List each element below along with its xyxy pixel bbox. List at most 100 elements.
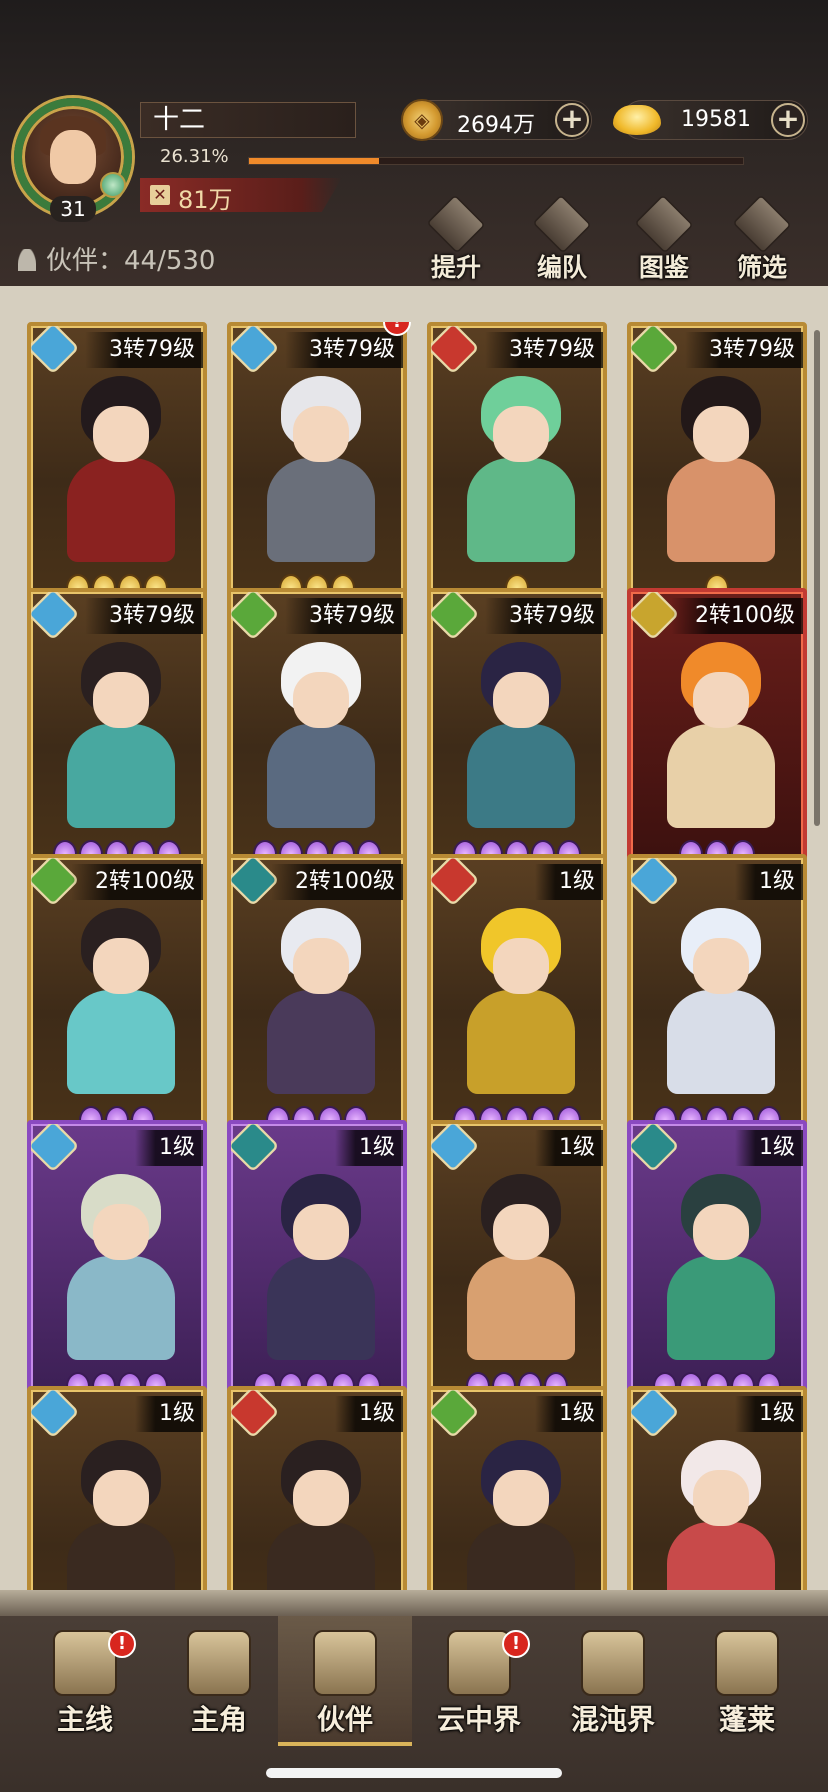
companion-card[interactable]: 1级 [427, 854, 607, 1144]
portrait-body [267, 1522, 375, 1590]
nav-label: 蓬莱 [718, 1703, 775, 1736]
companion-card[interactable]: 1级 [27, 1386, 207, 1590]
filter-icon [732, 194, 792, 254]
sage-icon [715, 1630, 779, 1696]
companion-portrait [461, 642, 581, 828]
portrait-body [467, 1522, 575, 1590]
water-element-icon [431, 1124, 480, 1173]
portrait-face [693, 672, 749, 728]
upgrade-button[interactable]: 提升 [416, 194, 496, 282]
nav-item[interactable]: 伙伴 [278, 1616, 412, 1746]
nav-item[interactable]: 蓬莱 [680, 1616, 814, 1746]
hero-portrait-icon [187, 1630, 251, 1696]
alert-badge-icon: ! [108, 1630, 136, 1658]
companion-card[interactable]: 2转100级 [27, 854, 207, 1144]
companion-level: 1级 [735, 1130, 803, 1166]
player-level: 31 [50, 196, 96, 222]
companion-portrait [61, 908, 181, 1094]
portrait-face [93, 1470, 149, 1526]
filter-label: 筛选 [736, 253, 787, 282]
portrait-body [467, 990, 575, 1094]
companion-card[interactable]: 3转79级 [227, 322, 407, 612]
portrait-face [93, 938, 149, 994]
companion-level: 1级 [735, 1396, 803, 1432]
avatar-face [50, 130, 96, 184]
companion-level: 1级 [535, 864, 603, 900]
formation-flag-icon [532, 194, 592, 254]
portrait-body [667, 1256, 775, 1360]
companion-portrait [661, 376, 781, 562]
fire-element-icon [431, 326, 480, 375]
portrait-face [693, 406, 749, 462]
formation-button[interactable]: 编队 [522, 194, 602, 282]
water-element-icon [631, 1390, 680, 1439]
companion-level: 2转100级 [271, 864, 403, 900]
companion-level: 3转79级 [85, 598, 203, 634]
portrait-face [693, 1470, 749, 1526]
companion-card[interactable]: 2转100级 [227, 854, 407, 1144]
portrait-face [493, 938, 549, 994]
portrait-face [93, 406, 149, 462]
companion-card[interactable]: 1级 [27, 1120, 207, 1410]
portrait-body [467, 458, 575, 562]
companion-card[interactable]: 3转79级 [27, 588, 207, 878]
companion-card[interactable]: 3转79级 [427, 588, 607, 878]
upgrade-label: 提升 [430, 253, 481, 282]
wood-element-icon [631, 326, 680, 375]
filter-button[interactable]: 筛选 [722, 194, 802, 282]
companion-level: 1级 [535, 1396, 603, 1432]
combat-power-icon: ✕ [150, 185, 170, 205]
dark-element-icon [231, 1124, 280, 1173]
home-indicator[interactable] [266, 1768, 562, 1778]
nav-label: 主角 [190, 1703, 247, 1736]
portrait-body [67, 724, 175, 828]
combat-power: ✕ 81万 [140, 178, 342, 212]
add-coin-button[interactable]: + [555, 103, 589, 137]
add-ingot-button[interactable]: + [771, 103, 805, 137]
companion-card[interactable]: 3转79级 [627, 322, 807, 612]
companions-icon [18, 249, 36, 271]
companion-card[interactable]: 1级 [627, 1120, 807, 1410]
portrait-face [493, 406, 549, 462]
companion-portrait [261, 376, 381, 562]
xp-bar [248, 157, 744, 165]
companion-card[interactable]: 3转79级 [427, 322, 607, 612]
portrait-body [267, 724, 375, 828]
companion-card[interactable]: 1级 [227, 1386, 407, 1590]
coin-amount: 2694万 [457, 113, 535, 138]
nav-item[interactable]: 混沌界 [546, 1616, 680, 1746]
companion-card[interactable]: 3转79级 [227, 588, 407, 878]
portrait-face [293, 938, 349, 994]
companion-card[interactable]: 2转100级 [627, 588, 807, 878]
portrait-face [293, 406, 349, 462]
companion-card[interactable]: 1级 [427, 1120, 607, 1410]
companion-card[interactable]: 1级 [227, 1120, 407, 1410]
portrait-body [667, 724, 775, 828]
companion-count-label: 伙伴：44/530 [46, 246, 216, 276]
companion-portrait [261, 642, 381, 828]
companion-level: 3转79级 [85, 332, 203, 368]
companion-card[interactable]: 1级 [627, 1386, 807, 1590]
companion-portrait [461, 908, 581, 1094]
companion-count: 伙伴：44/530 [18, 240, 215, 277]
portrait-body [667, 458, 775, 562]
portrait-face [493, 672, 549, 728]
water-element-icon [231, 326, 280, 375]
companion-card[interactable]: 1级 [627, 854, 807, 1144]
water-element-icon [31, 1390, 80, 1439]
portrait-body [67, 1522, 175, 1590]
nav-item[interactable]: 主角 [152, 1616, 286, 1746]
scrollbar[interactable] [814, 330, 820, 826]
header: 31 十二 26.31% ✕ 81万 ◈ 2694万 + 19581 + 伙伴：… [0, 0, 828, 286]
codex-button[interactable]: 图鉴 [624, 194, 704, 282]
formation-label: 编队 [536, 253, 587, 282]
alert-badge-icon: ! [502, 1630, 530, 1658]
portrait-face [493, 1204, 549, 1260]
companion-screen: 31 十二 26.31% ✕ 81万 ◈ 2694万 + 19581 + 伙伴：… [0, 0, 828, 1792]
wood-element-icon [231, 592, 280, 641]
companion-card[interactable]: 3转79级 [27, 322, 207, 612]
companion-card[interactable]: 1级 [427, 1386, 607, 1590]
companion-portrait [461, 376, 581, 562]
portrait-body [67, 1256, 175, 1360]
portrait-body [267, 990, 375, 1094]
